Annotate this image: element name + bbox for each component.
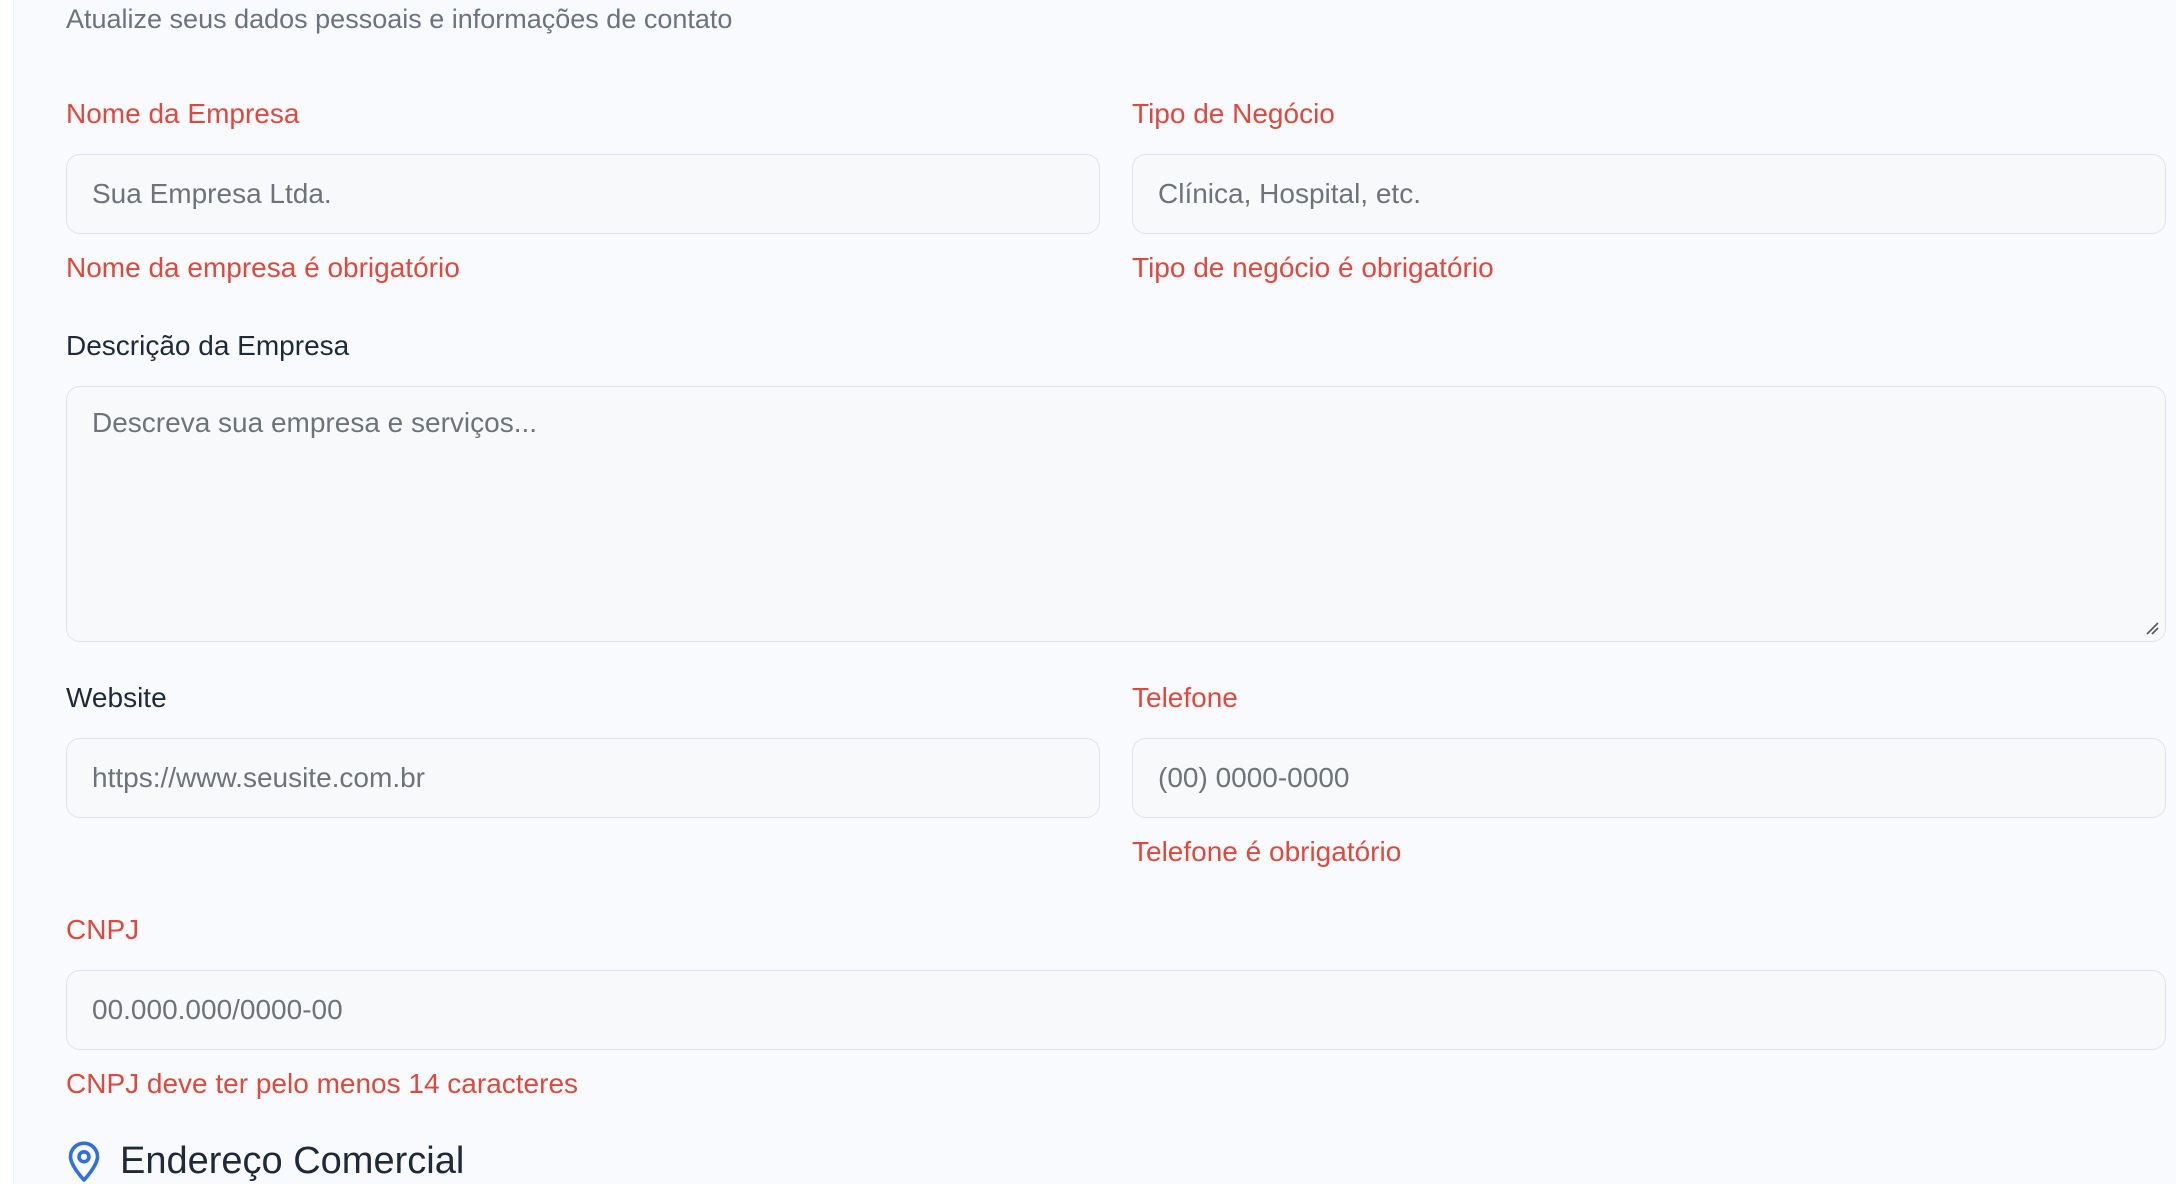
business-type-label: Tipo de Negócio <box>1132 98 1335 129</box>
phone-input[interactable]: (00) 0000-0000 <box>1132 738 2166 818</box>
cnpj-label: CNPJ <box>66 914 140 945</box>
website-input[interactable]: https://www.seusite.com.br <box>66 738 1100 818</box>
business-type-input[interactable]: Clínica, Hospital, etc. <box>1132 154 2166 234</box>
phone-error: Telefone é obrigatório <box>1132 836 1402 867</box>
cnpj-error: CNPJ deve ter pelo menos 14 caracteres <box>66 1068 579 1099</box>
description-label: Descrição da Empresa <box>66 330 350 361</box>
business-type-error: Tipo de negócio é obrigatório <box>1132 252 1494 283</box>
address-section-heading: Endereço Comercial <box>66 1140 464 1183</box>
map-pin-icon <box>68 1140 100 1182</box>
website-label: Website <box>66 682 167 713</box>
phone-label: Telefone <box>1132 682 1238 713</box>
sidebar-edge <box>0 0 14 1184</box>
company-name-error: Nome da empresa é obrigatório <box>66 252 460 283</box>
resize-handle-icon[interactable] <box>2145 621 2159 635</box>
company-name-input[interactable]: Sua Empresa Ltda. <box>66 154 1100 234</box>
profile-settings-page: Atualize seus dados pessoais e informaçõ… <box>0 0 2176 1184</box>
address-section-title: Endereço Comercial <box>120 1140 465 1182</box>
description-placeholder: Descreva sua empresa e serviços... <box>92 407 538 438</box>
cnpj-input[interactable]: 00.000.000/0000-00 <box>66 970 2166 1050</box>
description-textarea[interactable]: Descreva sua empresa e serviços... <box>66 386 2166 642</box>
page-subtitle: Atualize seus dados pessoais e informaçõ… <box>66 4 733 34</box>
company-name-label: Nome da Empresa <box>66 98 300 129</box>
